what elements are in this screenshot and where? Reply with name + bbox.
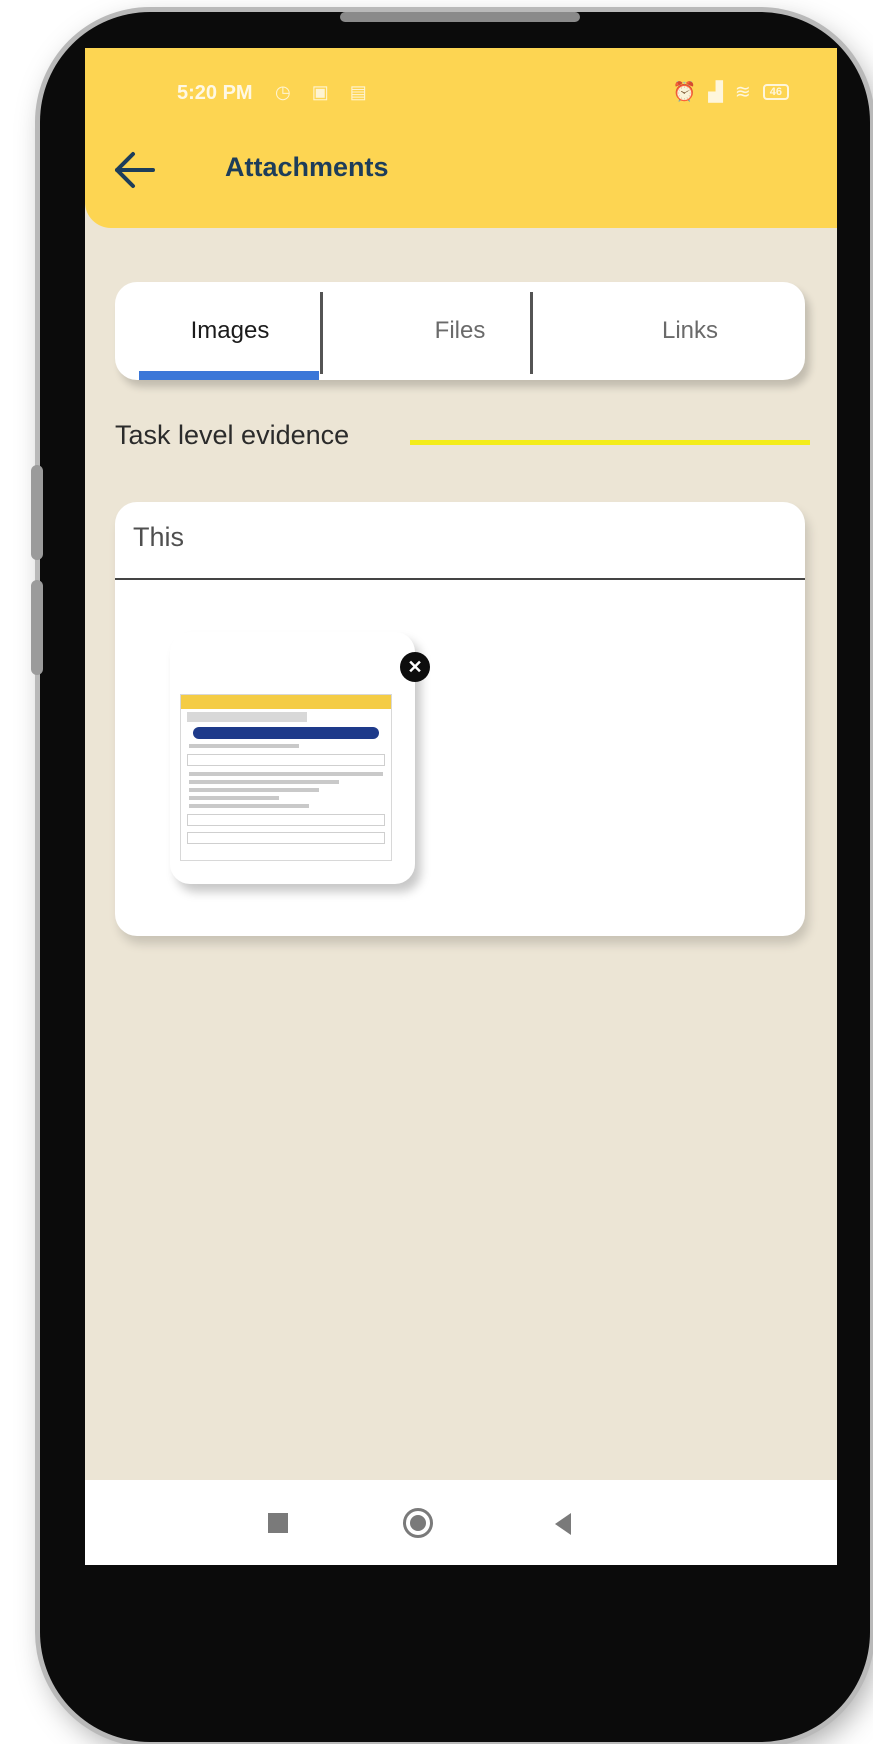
- status-notification-icons: ◷ ▣ ▤: [275, 82, 375, 102]
- tab-files-label: Files: [434, 317, 486, 344]
- back-arrow-icon[interactable]: [113, 150, 155, 190]
- attachment-tabs: Images Files Links: [115, 282, 805, 380]
- screenshot-preview-image: [180, 694, 392, 861]
- evidence-card: This ✕: [115, 502, 805, 936]
- tab-files[interactable]: Files: [345, 282, 575, 380]
- status-system-icons: ⏰ ▟ ≋ 46: [673, 80, 789, 104]
- tab-links[interactable]: Links: [575, 282, 805, 380]
- page-title: Attachments: [225, 152, 389, 182]
- tab-divider: [320, 292, 323, 374]
- alarm-icon: ⏰: [672, 82, 697, 103]
- remove-attachment-icon[interactable]: ✕: [400, 652, 430, 682]
- phone-top-edge: [340, 12, 580, 22]
- volume-up-button: [31, 465, 43, 560]
- system-nav-bar: [85, 1480, 837, 1565]
- app-screen: 5:20 PM ◷ ▣ ▤ ⏰ ▟ ≋ 46 Attachments Image…: [85, 48, 837, 1683]
- phone-bottom-bezel: [85, 1565, 837, 1683]
- image-attachment-thumbnail[interactable]: ✕: [170, 632, 430, 884]
- battery-icon: 46: [762, 84, 789, 100]
- app-header: 5:20 PM ◷ ▣ ▤ ⏰ ▟ ≋ 46 Attachments: [85, 48, 837, 228]
- section-heading: Task level evidence: [115, 420, 350, 450]
- tab-images-label: Images: [190, 317, 270, 344]
- section-accent-line: [410, 440, 810, 445]
- volume-down-button: [31, 580, 43, 675]
- card-title: This: [133, 522, 185, 552]
- tab-images[interactable]: Images: [115, 282, 345, 380]
- recents-icon[interactable]: [268, 1513, 288, 1533]
- home-icon[interactable]: [403, 1508, 433, 1538]
- card-divider: [115, 578, 805, 580]
- status-time: 5:20 PM: [177, 82, 253, 104]
- tab-links-label: Links: [661, 317, 719, 344]
- active-tab-indicator: [139, 371, 319, 380]
- tab-divider: [530, 292, 533, 374]
- signal-icon: ▟: [708, 81, 723, 103]
- back-icon[interactable]: [555, 1513, 571, 1535]
- wifi-icon: ≋: [734, 81, 751, 103]
